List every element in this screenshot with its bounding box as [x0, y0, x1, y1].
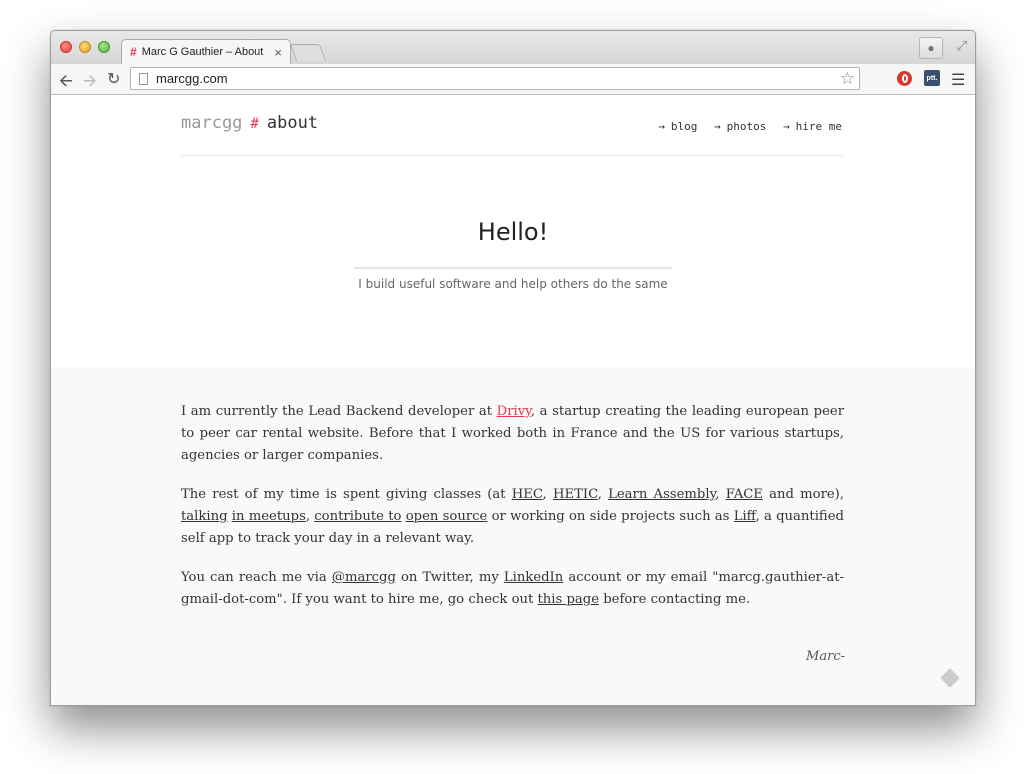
opera-extension-icon[interactable]	[897, 71, 912, 86]
link-this-page[interactable]: this page	[538, 592, 600, 607]
reload-icon[interactable]: ↻	[107, 69, 120, 89]
arrow-right-icon: →	[783, 120, 790, 133]
hamburger-menu-icon[interactable]: ☰	[951, 70, 965, 90]
text-span: or working on side projects such as	[487, 509, 734, 524]
tab-about[interactable]: # Marc G Gauthier – About ×	[121, 39, 291, 64]
hero-section: Hello! I build useful software and help …	[51, 155, 975, 367]
brand-hash: #	[250, 116, 259, 132]
link-linkedin[interactable]: LinkedIn	[504, 570, 563, 585]
text-span: and more),	[762, 487, 845, 502]
tab-title: Marc G Gauthier – About	[141, 46, 264, 58]
about-text: I am currently the Lead Backend develope…	[181, 401, 844, 628]
window-maximize-button[interactable]	[98, 41, 110, 53]
text-span: ,	[715, 487, 726, 502]
paragraph-current-job: I am currently the Lead Backend develope…	[181, 401, 844, 467]
hero-title: Hello!	[477, 218, 549, 246]
arrow-right-icon: →	[658, 120, 665, 133]
link-hetic[interactable]: HETIC	[553, 487, 598, 502]
signoff: Marc-	[806, 649, 845, 664]
brand-name: marcgg	[181, 113, 243, 133]
tab-strip: # Marc G Gauthier – About × ● ⤢	[51, 31, 975, 64]
nav-link-photos[interactable]: photos	[727, 120, 767, 133]
hero-tagline: I build useful software and help others …	[358, 277, 668, 291]
nav-link-hire-me[interactable]: hire me	[796, 120, 842, 133]
arrow-right-icon: →	[714, 120, 721, 133]
nav-link-blog[interactable]: blog	[671, 120, 698, 133]
feedly-icon[interactable]	[940, 668, 960, 688]
link-learn-assembly[interactable]: Learn Assembly	[608, 487, 715, 502]
page-icon	[139, 72, 148, 85]
link-hec[interactable]: HEC	[512, 487, 543, 502]
ptt-extension-icon[interactable]: ptt.	[924, 70, 940, 86]
link-open-source[interactable]: open source	[406, 509, 488, 524]
link-twitter[interactable]: @marcgg	[332, 570, 396, 585]
address-bar[interactable]: marcgg.com ☆	[130, 67, 860, 90]
link-in-meetups[interactable]: in meetups	[232, 509, 306, 524]
window-minimize-button[interactable]	[79, 41, 91, 53]
browser-toolbar: 🡨 🡪 ↻ marcgg.com ☆ ptt. ☰	[51, 64, 975, 95]
text-span: before contacting me.	[599, 592, 751, 607]
paragraph-activities: The rest of my time is spent giving clas…	[181, 484, 844, 550]
about-content: I am currently the Lead Backend develope…	[51, 367, 975, 705]
text-span: I am currently the Lead Backend develope…	[181, 404, 497, 419]
site-header: marcgg # about → blog → photos → hire me	[181, 109, 844, 156]
profile-button[interactable]: ●	[919, 37, 943, 59]
new-tab-button[interactable]	[289, 44, 327, 61]
link-drivy[interactable]: Drivy	[497, 404, 531, 419]
window-close-button[interactable]	[60, 41, 72, 53]
text-span: ,	[597, 487, 609, 502]
browser-window: # Marc G Gauthier – About × ● ⤢ 🡨 🡪 ↻ ma…	[50, 30, 976, 706]
paragraph-contact: You can reach me via @marcgg on Twitter,…	[181, 567, 844, 611]
site-nav: → blog → photos → hire me	[648, 120, 842, 133]
url-text[interactable]: marcgg.com	[156, 71, 840, 86]
back-arrow-icon[interactable]: 🡨	[59, 68, 73, 97]
link-talking[interactable]: talking	[181, 509, 228, 524]
person-icon: ●	[927, 41, 935, 55]
link-face[interactable]: FACE	[726, 487, 763, 502]
hero-divider	[354, 267, 672, 269]
bookmark-star-icon[interactable]: ☆	[840, 69, 855, 89]
fullscreen-icon[interactable]: ⤢	[957, 38, 967, 54]
brand-section: about	[266, 113, 319, 133]
site-brand[interactable]: marcgg # about	[181, 113, 318, 133]
text-span: The rest of my time is spent giving clas…	[181, 487, 512, 502]
link-liff[interactable]: Liff	[734, 509, 756, 524]
close-tab-icon[interactable]: ×	[274, 45, 282, 60]
forward-arrow-icon[interactable]: 🡪	[83, 68, 97, 97]
web-page: marcgg # about → blog → photos → hire me Hell…	[51, 95, 975, 705]
text-span: on Twitter, my	[395, 570, 504, 585]
text-span: ,	[542, 487, 553, 502]
text-span: You can reach me via	[181, 570, 332, 585]
link-contribute-to[interactable]: contribute to	[314, 509, 401, 524]
hash-favicon-icon: #	[130, 45, 137, 59]
